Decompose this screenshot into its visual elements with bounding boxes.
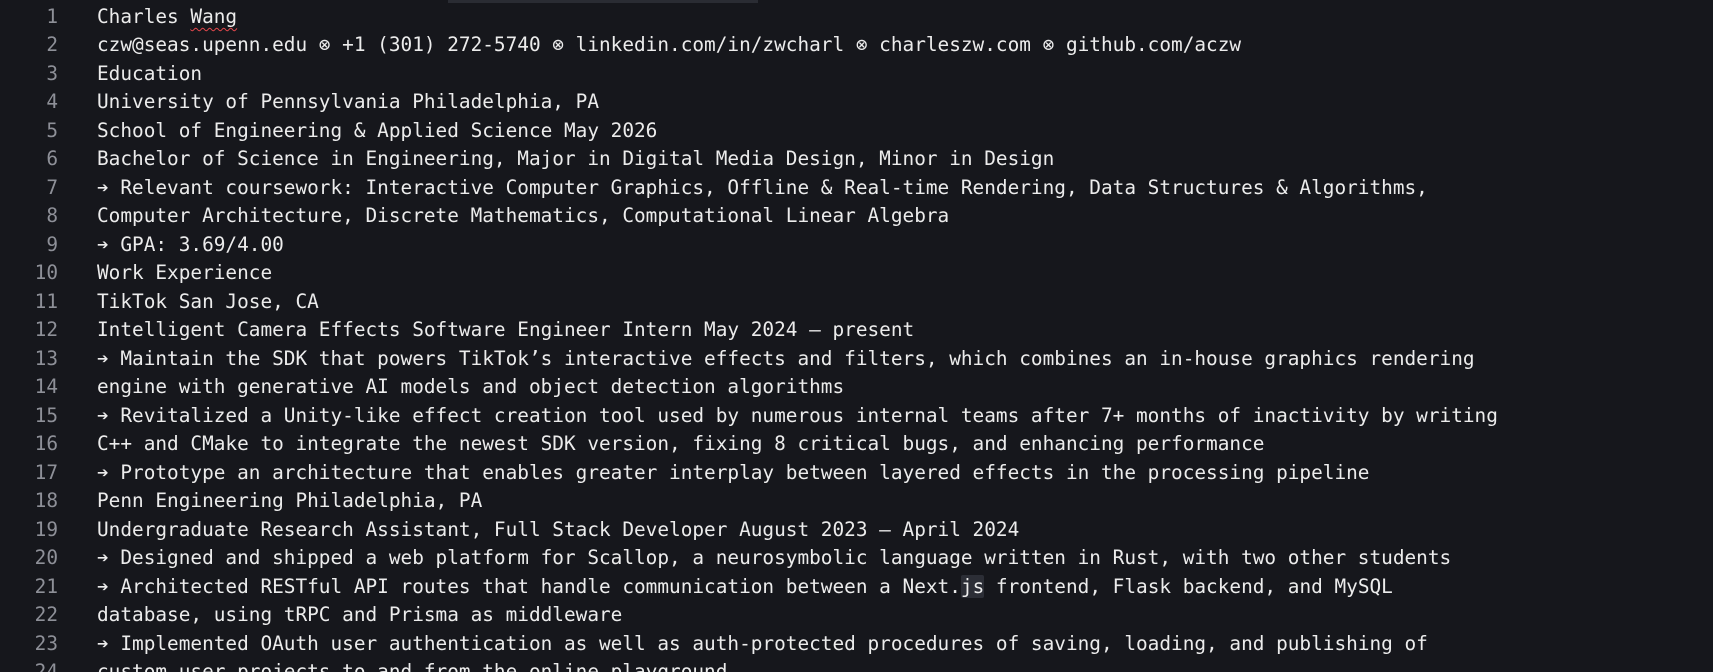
line-text[interactable]: ➔ Relevant coursework: Interactive Compu… <box>97 176 1428 199</box>
line-text[interactable]: custom user projects to and from the onl… <box>97 660 727 672</box>
line-number: 10 <box>34 261 58 285</box>
line-text[interactable]: czw@seas.upenn.edu ⊗ +1 (301) 272-5740 ⊗… <box>97 33 1241 56</box>
line-number: 2 <box>46 33 58 57</box>
line-number: 12 <box>34 318 58 342</box>
line-number: 9 <box>46 232 58 256</box>
line-text[interactable]: engine with generative AI models and obj… <box>97 375 844 398</box>
editor-line[interactable]: 17 ➔ Prototype an architecture that enab… <box>0 458 1370 487</box>
code-editor[interactable]: 1 Charles Wang 2 czw@seas.upenn.edu ⊗ +1… <box>0 0 1713 672</box>
line-text[interactable]: Charles Wang <box>97 5 237 28</box>
line-number: 6 <box>46 147 58 171</box>
line-text[interactable]: School of Engineering & Applied Science … <box>97 119 657 142</box>
editor-line[interactable]: 24 custom user projects to and from the … <box>0 658 728 672</box>
editor-line[interactable]: 18 Penn Engineering Philadelphia, PA <box>0 487 483 516</box>
line-text[interactable]: Computer Architecture, Discrete Mathemat… <box>97 204 949 227</box>
editor-line[interactable]: 21 ➔ Architected RESTful API routes that… <box>0 572 1393 601</box>
editor-line[interactable]: 8 Computer Architecture, Discrete Mathem… <box>0 202 949 231</box>
line-text[interactable]: ➔ Architected RESTful API routes that ha… <box>97 574 1393 598</box>
editor-line[interactable]: 4 University of Pennsylvania Philadelphi… <box>0 88 599 117</box>
line-number: 13 <box>34 346 58 370</box>
editor-line[interactable]: 3 Education <box>0 59 202 88</box>
line-number: 8 <box>46 204 58 228</box>
line-number: 17 <box>34 460 58 484</box>
line-text[interactable]: Penn Engineering Philadelphia, PA <box>97 489 482 512</box>
editor-line[interactable]: 10 Work Experience <box>0 259 272 288</box>
line-text[interactable]: ➔ Revitalized a Unity-like effect creati… <box>97 404 1498 427</box>
editor-line[interactable]: 14 engine with generative AI models and … <box>0 373 845 402</box>
editor-line[interactable]: 7 ➔ Relevant coursework: Interactive Com… <box>0 173 1428 202</box>
line-number: 15 <box>34 403 58 427</box>
editor-line[interactable]: 6 Bachelor of Science in Engineering, Ma… <box>0 145 1054 174</box>
line-text[interactable]: Education <box>97 62 202 85</box>
editor-line[interactable]: 5 School of Engineering & Applied Scienc… <box>0 116 657 145</box>
editor-line[interactable]: 1 Charles Wang <box>0 2 237 31</box>
editor-line[interactable]: 11 TikTok San Jose, CA <box>0 287 319 316</box>
line-text[interactable]: Work Experience <box>97 261 272 284</box>
line-text[interactable]: database, using tRPC and Prisma as middl… <box>97 603 622 626</box>
line-number: 11 <box>34 289 58 313</box>
line-number: 21 <box>34 574 58 598</box>
scroll-indicator <box>448 0 758 3</box>
line-text[interactable]: ➔ Implemented OAuth user authentication … <box>97 632 1428 655</box>
line-text[interactable]: Undergraduate Research Assistant, Full S… <box>97 518 1019 541</box>
editor-line[interactable]: 22 database, using tRPC and Prisma as mi… <box>0 601 623 630</box>
editor-line[interactable]: 13 ➔ Maintain the SDK that powers TikTok… <box>0 344 1475 373</box>
line-text[interactable]: ➔ Prototype an architecture that enables… <box>97 461 1369 484</box>
line-text[interactable]: ➔ Designed and shipped a web platform fo… <box>97 546 1451 569</box>
line-text[interactable]: Bachelor of Science in Engineering, Majo… <box>97 147 1054 170</box>
line-number: 7 <box>46 175 58 199</box>
editor-line[interactable]: 23 ➔ Implemented OAuth user authenticati… <box>0 629 1428 658</box>
line-number: 19 <box>34 517 58 541</box>
line-number: 16 <box>34 432 58 456</box>
line-number: 22 <box>34 603 58 627</box>
line-text[interactable]: ➔ Maintain the SDK that powers TikTok’s … <box>97 347 1475 370</box>
line-text[interactable]: ➔ GPA: 3.69/4.00 <box>97 233 284 256</box>
line-number: 20 <box>34 546 58 570</box>
editor-line[interactable]: 16 C++ and CMake to integrate the newest… <box>0 430 1265 459</box>
editor-line[interactable]: 15 ➔ Revitalized a Unity-like effect cre… <box>0 401 1498 430</box>
line-number: 5 <box>46 118 58 142</box>
editor-line[interactable]: 20 ➔ Designed and shipped a web platform… <box>0 544 1452 573</box>
line-number: 24 <box>34 660 58 672</box>
spelling-error[interactable]: Wang <box>190 5 237 28</box>
line-number: 23 <box>34 631 58 655</box>
line-number: 4 <box>46 90 58 114</box>
line-number: 3 <box>46 61 58 85</box>
word-highlight[interactable]: js <box>960 574 985 598</box>
editor-line[interactable]: 9 ➔ GPA: 3.69/4.00 <box>0 230 284 259</box>
line-number: 18 <box>34 489 58 513</box>
editor-line[interactable]: 12 Intelligent Camera Effects Software E… <box>0 316 915 345</box>
line-text[interactable]: C++ and CMake to integrate the newest SD… <box>97 432 1264 455</box>
line-number: 14 <box>34 375 58 399</box>
editor-line[interactable]: 19 Undergraduate Research Assistant, Ful… <box>0 515 1020 544</box>
line-text[interactable]: University of Pennsylvania Philadelphia,… <box>97 90 599 113</box>
line-text[interactable]: TikTok San Jose, CA <box>97 290 319 313</box>
line-text[interactable]: Intelligent Camera Effects Software Engi… <box>97 318 914 341</box>
line-number: 1 <box>46 4 58 28</box>
editor-line[interactable]: 2 czw@seas.upenn.edu ⊗ +1 (301) 272-5740… <box>0 31 1241 60</box>
